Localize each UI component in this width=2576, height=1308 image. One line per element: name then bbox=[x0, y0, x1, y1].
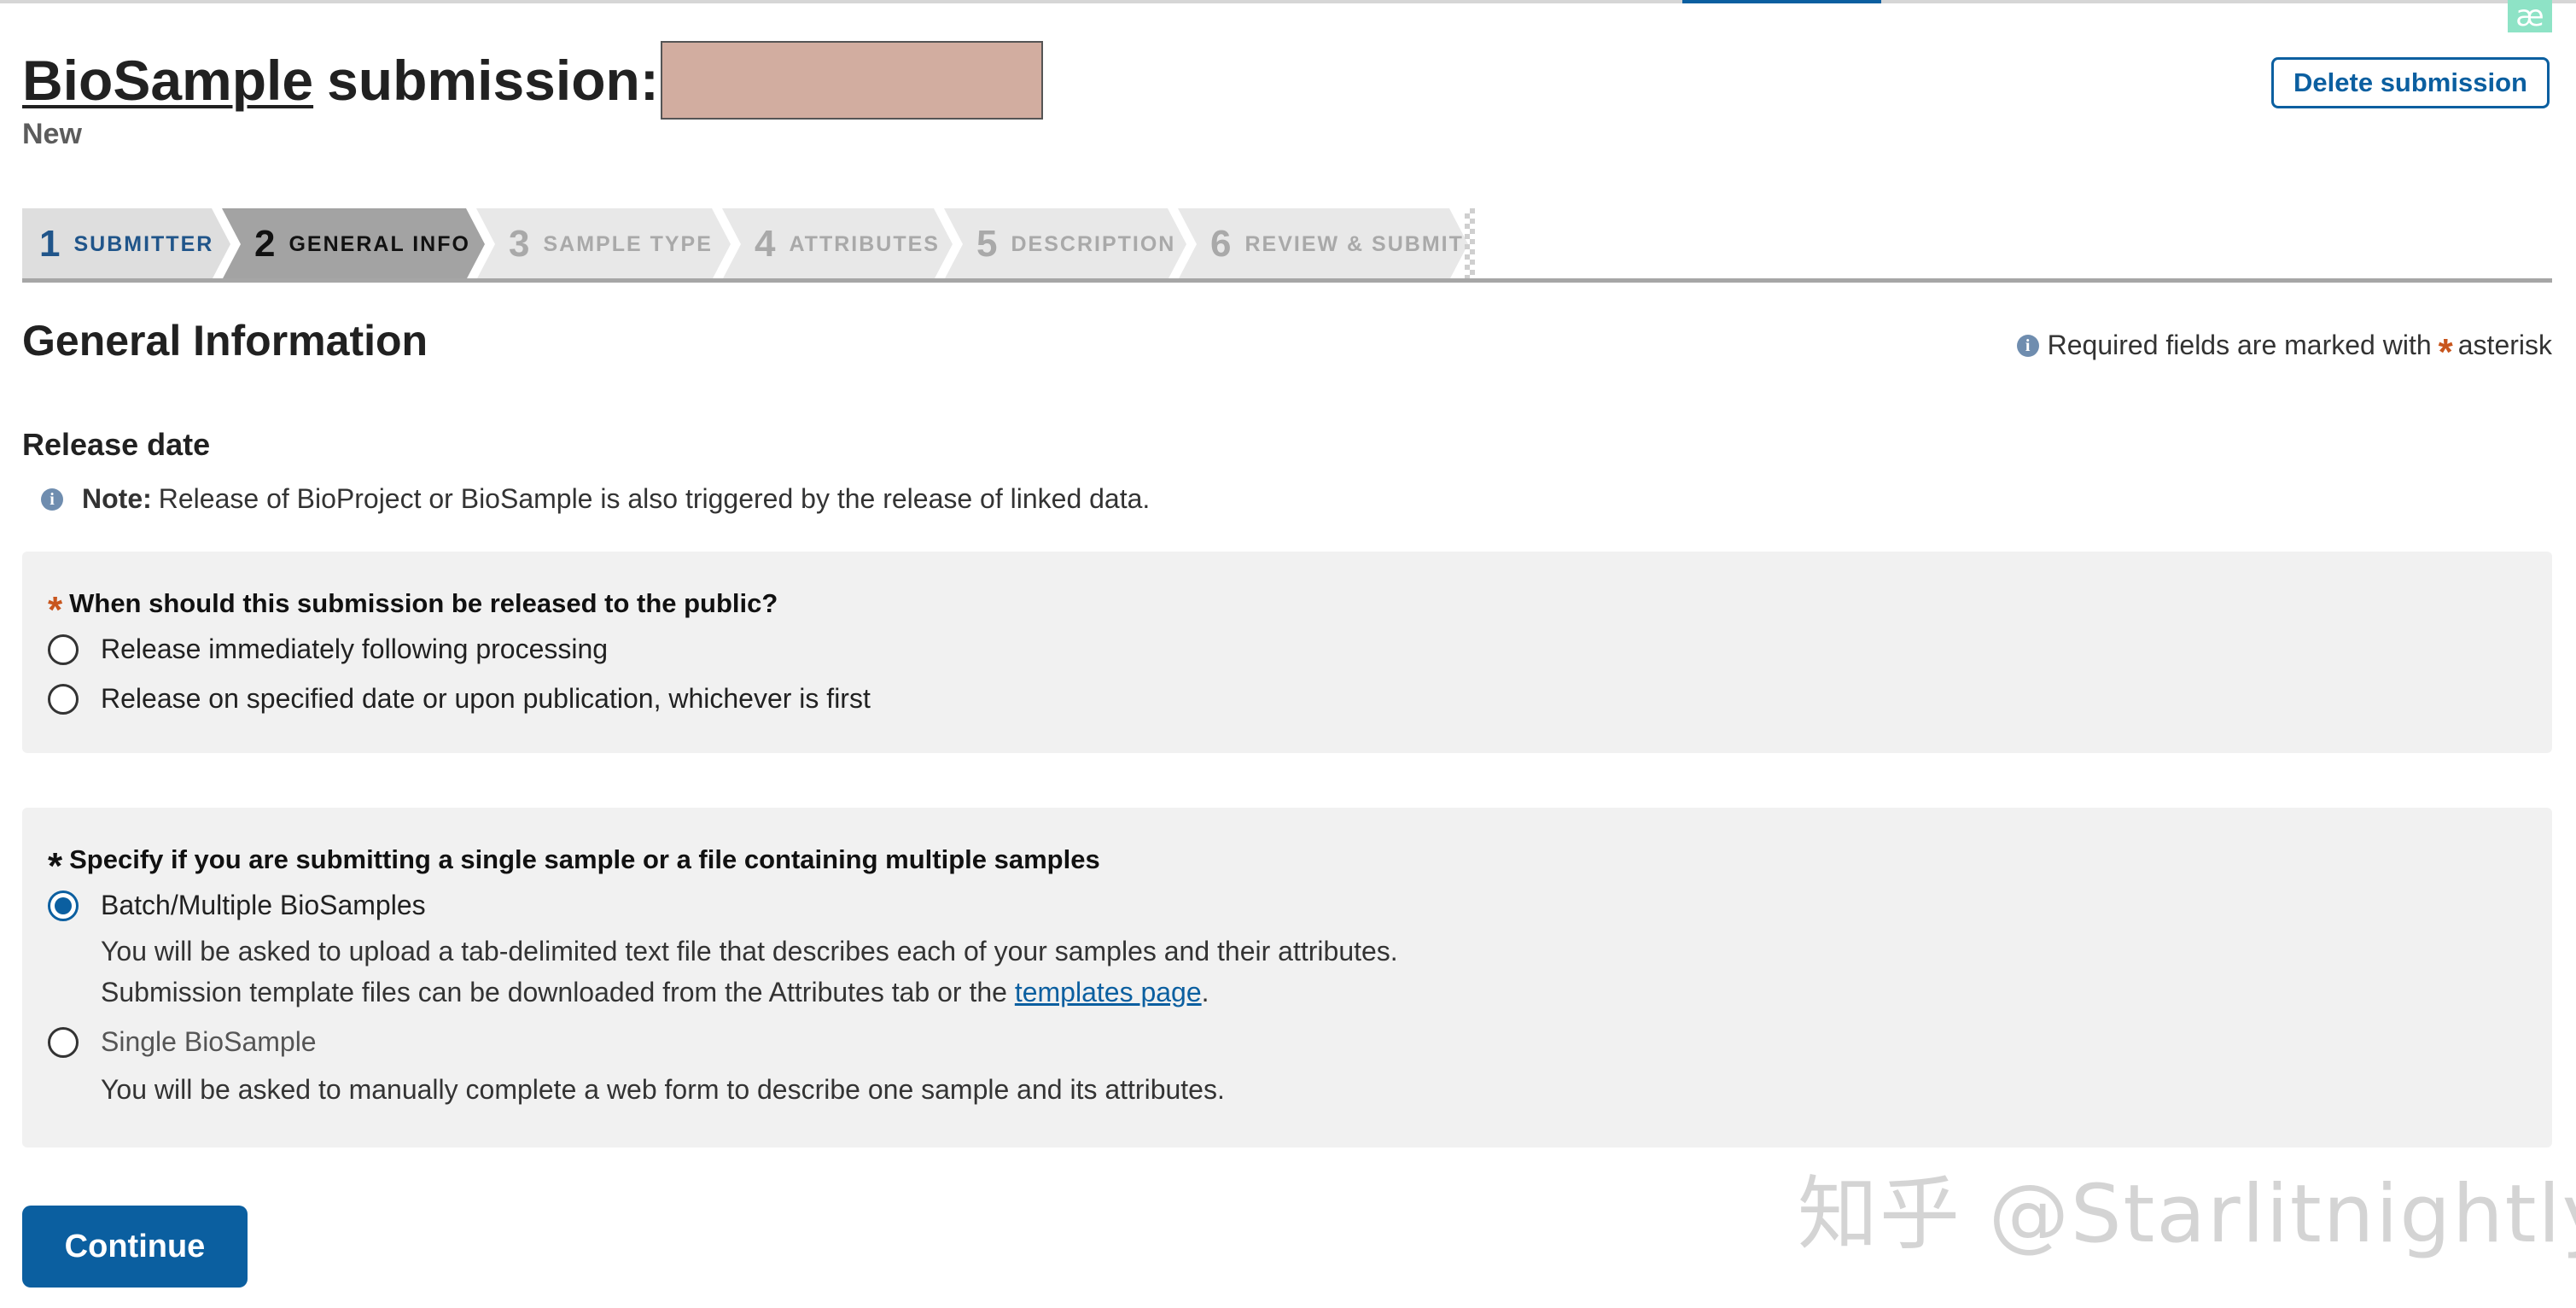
batch-option-description: You will be asked to upload a tab-delimi… bbox=[101, 931, 1415, 1013]
release-panel: * When should this submission be release… bbox=[22, 552, 2552, 753]
steps-end-pattern bbox=[1465, 208, 1475, 280]
sample-question-text: Specify if you are submitting a single s… bbox=[69, 844, 1100, 874]
extension-badge-icon[interactable]: æ bbox=[2508, 0, 2552, 32]
radio-label: Release on specified date or upon public… bbox=[101, 683, 871, 714]
page-title-text: submission: bbox=[327, 49, 659, 112]
sample-option-batch[interactable]: Batch/Multiple BioSamples bbox=[48, 890, 426, 921]
section-title: General Information bbox=[22, 317, 428, 365]
sample-type-panel: * Specify if you are submitting a single… bbox=[22, 808, 2552, 1147]
step-number: 1 bbox=[39, 223, 62, 265]
sample-option-single[interactable]: Single BioSample bbox=[48, 1026, 317, 1058]
step-attributes: 4 ATTRIBUTES bbox=[722, 208, 953, 280]
note-text: Release of BioProject or BioSample is al… bbox=[158, 483, 1151, 514]
note-label: Note: bbox=[82, 483, 152, 514]
continue-button[interactable]: Continue bbox=[22, 1206, 248, 1288]
radio-label: Release immediately following processing bbox=[101, 634, 609, 664]
radio-button[interactable] bbox=[48, 634, 79, 665]
radio-button-selected[interactable] bbox=[48, 890, 79, 921]
info-icon: i bbox=[2016, 334, 2039, 357]
templates-page-link[interactable]: templates page bbox=[1015, 977, 1202, 1007]
info-icon: i bbox=[41, 488, 63, 511]
watermark: 知乎 @Starlitnightly bbox=[1798, 1168, 2576, 1261]
step-label: ATTRIBUTES bbox=[789, 231, 940, 256]
step-number: 6 bbox=[1210, 223, 1233, 265]
radio-button[interactable] bbox=[48, 683, 79, 715]
required-note-prefix: Required fields are marked with bbox=[2047, 330, 2432, 360]
step-sample-type: 3 SAMPLE TYPE bbox=[476, 208, 731, 280]
required-asterisk-icon: * bbox=[48, 589, 63, 631]
radio-label: Single BioSample bbox=[101, 1026, 317, 1057]
step-label: REVIEW & SUBMIT bbox=[1244, 231, 1464, 256]
top-border bbox=[0, 0, 2576, 3]
step-number: 4 bbox=[755, 223, 778, 265]
required-asterisk-icon: * bbox=[2438, 330, 2453, 373]
batch-description-end: . bbox=[1201, 977, 1209, 1007]
release-date-heading: Release date bbox=[22, 427, 211, 462]
wizard-steps: 1 SUBMITTER 2 GENERAL INFO 3 SAMPLE TYPE… bbox=[22, 208, 1475, 280]
redacted-submission-id bbox=[660, 41, 1043, 120]
radio-label: Batch/Multiple BioSamples bbox=[101, 890, 426, 920]
required-asterisk-icon: * bbox=[48, 845, 63, 887]
page-title: BioSample submission: bbox=[22, 41, 1043, 120]
release-note: i Note: Release of BioProject or BioSamp… bbox=[41, 483, 1150, 515]
step-submitter[interactable]: 1 SUBMITTER bbox=[22, 208, 230, 280]
radio-button[interactable] bbox=[48, 1026, 79, 1058]
release-question-text: When should this submission be released … bbox=[69, 588, 778, 618]
step-label: SUBMITTER bbox=[73, 231, 214, 256]
step-number: 5 bbox=[976, 223, 1000, 265]
submission-status: New bbox=[22, 118, 82, 150]
release-option-specified-date[interactable]: Release on specified date or upon public… bbox=[48, 683, 871, 715]
top-border-accent bbox=[1682, 0, 1881, 3]
steps-divider bbox=[22, 278, 2552, 283]
step-review-submit: 6 REVIEW & SUBMIT bbox=[1178, 208, 1468, 280]
biosample-home-link[interactable]: BioSample bbox=[22, 48, 313, 113]
step-label: SAMPLE TYPE bbox=[543, 231, 713, 256]
step-label: GENERAL INFO bbox=[288, 231, 470, 256]
single-option-description: You will be asked to manually complete a… bbox=[101, 1074, 1225, 1105]
required-note-suffix: asterisk bbox=[2457, 330, 2552, 360]
release-question: * When should this submission be release… bbox=[48, 582, 778, 631]
step-general-info[interactable]: 2 GENERAL INFO bbox=[222, 208, 485, 280]
sample-question: * Specify if you are submitting a single… bbox=[48, 838, 1100, 887]
step-number: 3 bbox=[509, 223, 532, 265]
step-number: 2 bbox=[254, 223, 277, 265]
step-label: DESCRIPTION bbox=[1011, 231, 1176, 256]
release-option-immediate[interactable]: Release immediately following processing bbox=[48, 634, 608, 665]
delete-submission-button[interactable]: Delete submission bbox=[2271, 57, 2550, 108]
step-description: 5 DESCRIPTION bbox=[944, 208, 1186, 280]
required-fields-note: i Required fields are marked with * aste… bbox=[2016, 330, 2552, 371]
